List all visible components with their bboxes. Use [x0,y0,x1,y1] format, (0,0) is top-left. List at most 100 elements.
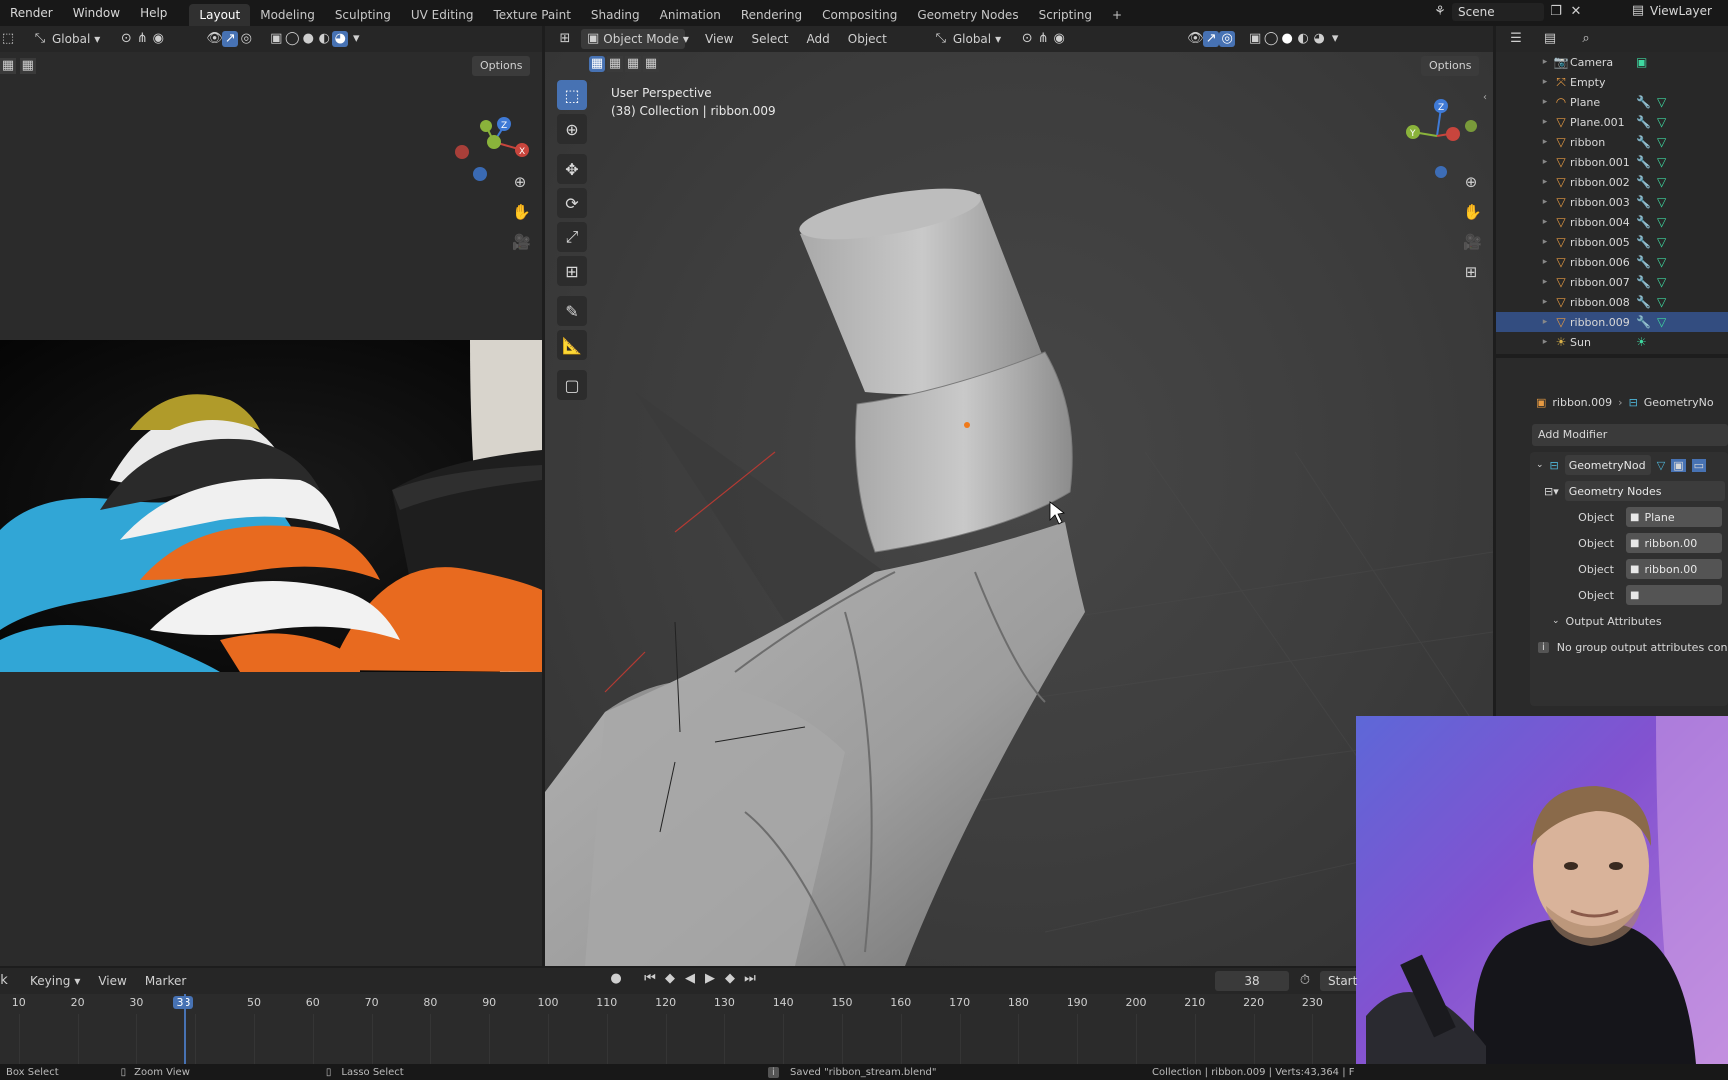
menu-window[interactable]: Window [63,0,130,26]
snap-icon[interactable]: ⋔ [1035,31,1051,47]
menu-timeline-view[interactable]: View [92,971,132,991]
expand-icon[interactable]: ▸ [1538,197,1552,207]
tab-uv-editing[interactable]: UV Editing [401,4,484,26]
menu-object[interactable]: Object [842,29,893,49]
copy-scene-icon[interactable]: ❐ [1548,4,1564,20]
tab-geometry-nodes[interactable]: Geometry Nodes [907,4,1028,26]
jump-end-icon[interactable]: ⏭ [742,971,758,987]
xray-icon[interactable]: ▣ [1247,31,1263,47]
expand-icon[interactable]: ▸ [1538,257,1552,267]
material-shading-icon[interactable]: ◐ [1295,31,1311,47]
expand-icon[interactable]: ▸ [1538,97,1552,107]
jump-start-icon[interactable]: ⏮ [642,971,658,987]
overlay-icon[interactable]: ◎ [1219,31,1236,47]
menu-add[interactable]: Add [801,29,836,49]
edit-mode-toggle-icon[interactable]: ▽ [1657,459,1665,472]
view-layer-icon[interactable]: ▤ [1630,3,1646,19]
timeline[interactable]: 1020303850607080901001101201301401501601… [0,994,1356,1064]
scene-icon[interactable]: ⚘ [1432,4,1448,20]
expand-icon[interactable]: ▸ [1538,297,1552,307]
scene-name[interactable]: Scene [1452,3,1544,21]
outliner-item-plane-001[interactable]: ▸ ▽ Plane.001 🔧 ▽ [1496,112,1728,132]
transform-tool-icon[interactable]: ⊞ [557,256,587,286]
tab-modeling[interactable]: Modeling [250,4,325,26]
outliner-item-plane[interactable]: ▸ ◠ Plane 🔧 ▽ [1496,92,1728,112]
overlay-icon[interactable]: ◎ [238,31,254,47]
menu-keying[interactable]: Keying ▾ [24,971,86,991]
visibility-icon[interactable]: 👁 [1187,31,1204,47]
pan-hand-icon[interactable]: ✋ [1463,204,1482,220]
rendered-shading-icon[interactable]: ◕ [332,31,349,47]
render-toggle-icon[interactable]: ▭ [1691,458,1707,472]
menu-help[interactable]: Help [130,0,177,26]
mode-dropdown[interactable]: ▣ Object Mode ▾ [581,29,689,49]
node-tree-icon[interactable]: ⊟▾ [1544,485,1559,498]
start-frame-field[interactable]: Start [1320,971,1357,991]
expand-icon[interactable]: ▸ [1538,237,1552,247]
outliner-item-ribbon-007[interactable]: ▸ ▽ ribbon.007 🔧 ▽ [1496,272,1728,292]
outliner-item-ribbon-003[interactable]: ▸ ▽ ribbon.003 🔧 ▽ [1496,192,1728,212]
left-navigation-gizmo[interactable]: Z X [440,86,540,186]
expand-icon[interactable]: ▸ [1538,137,1552,147]
outliner-item-ribbon-005[interactable]: ▸ ▽ ribbon.005 🔧 ▽ [1496,232,1728,252]
add-modifier-button[interactable]: Add Modifier [1532,424,1728,446]
camera-view-icon[interactable]: 🎥 [512,234,531,250]
object-picker-field[interactable]: ■ [1626,585,1722,605]
rendered-shading-icon[interactable]: ◕ [1311,31,1327,47]
move-tool-icon[interactable]: ✥ [557,154,587,184]
expand-icon[interactable]: ▸ [1538,217,1552,227]
measure-tool-icon[interactable]: 📐 [557,330,587,360]
search-icon[interactable]: ⌕ [1578,31,1594,47]
outliner-item-ribbon[interactable]: ▸ ▽ ribbon 🔧 ▽ [1496,132,1728,152]
proportional-edit-icon[interactable]: ◉ [1051,31,1067,47]
pivot-icon[interactable]: ⊙ [1019,31,1035,47]
collapse-icon[interactable]: ⌄ [1536,460,1544,470]
jump-keyframe-forward-icon[interactable]: ◆ [722,971,738,987]
tab-scripting[interactable]: Scripting [1029,4,1102,26]
pan-hand-icon[interactable]: ✋ [512,204,531,220]
outliner-item-ribbon-009[interactable]: ▸ ▽ ribbon.009 🔧 ▽ [1496,312,1728,332]
outliner-item-ribbon-004[interactable]: ▸ ▽ ribbon.004 🔧 ▽ [1496,212,1728,232]
expand-icon[interactable]: ▸ [1538,157,1552,167]
tab-compositing[interactable]: Compositing [812,4,907,26]
main-navigation-gizmo[interactable]: Z Y [1387,86,1487,186]
tool-select-icon[interactable]: ⬚ [0,31,16,47]
visibility-icon[interactable]: 👁 [206,31,223,47]
display-mode-icon[interactable]: ▤ [1542,31,1558,47]
expand-icon[interactable]: ▸ [1538,117,1552,127]
menu-view[interactable]: View [699,29,739,49]
material-shading-icon[interactable]: ◐ [316,31,332,47]
solid-shading-icon[interactable]: ● [1279,31,1295,47]
expand-icon[interactable]: ▸ [1538,317,1552,327]
tab-sculpting[interactable]: Sculpting [325,4,401,26]
gizmo-toggle-icon[interactable]: ↗ [222,31,239,47]
tab-texture-paint[interactable]: Texture Paint [483,4,580,26]
modifier-name-field[interactable]: GeometryNod [1564,455,1651,475]
select-subtract-icon[interactable]: ▦ [625,56,641,72]
close-scene-icon[interactable]: ✕ [1568,4,1584,20]
select-extend-icon[interactable]: ▦ [607,56,623,72]
outliner-item-empty[interactable]: ▸ ⤧ Empty [1496,72,1728,92]
select-extend-icon[interactable]: ▦ [19,58,36,74]
menu-select[interactable]: Select [745,29,794,49]
expand-icon[interactable]: ▸ [1538,57,1552,67]
proportional-edit-icon[interactable]: ◉ [150,31,166,47]
solid-shading-icon[interactable]: ● [300,31,316,47]
shading-options-icon[interactable]: ▾ [1327,31,1343,47]
expand-icon[interactable]: ▸ [1538,277,1552,287]
shading-options-icon[interactable]: ▾ [348,31,364,47]
wireframe-shading-icon[interactable]: ◯ [284,31,300,47]
zoom-icon[interactable]: ⊕ [1463,174,1479,190]
pivot-icon[interactable]: ⊙ [118,31,134,47]
select-box-icon[interactable]: ▦ [0,58,16,74]
object-picker-field[interactable]: ■ ribbon.00 [1626,559,1722,579]
output-attributes-section[interactable]: ⌄ Output Attributes [1530,608,1728,634]
record-icon[interactable]: ● [608,971,624,987]
outliner-item-camera[interactable]: ▸ 📷 Camera ▣ [1496,52,1728,72]
timer-icon[interactable]: ⏱ [1297,973,1313,989]
cursor-tool-icon[interactable]: ⊕ [557,114,587,144]
node-group-field[interactable]: Geometry Nodes [1564,481,1725,501]
play-icon[interactable]: ▶ [702,971,718,987]
outliner-item-ribbon-006[interactable]: ▸ ▽ ribbon.006 🔧 ▽ [1496,252,1728,272]
view-layer-name[interactable]: ViewLayer [1650,4,1712,18]
